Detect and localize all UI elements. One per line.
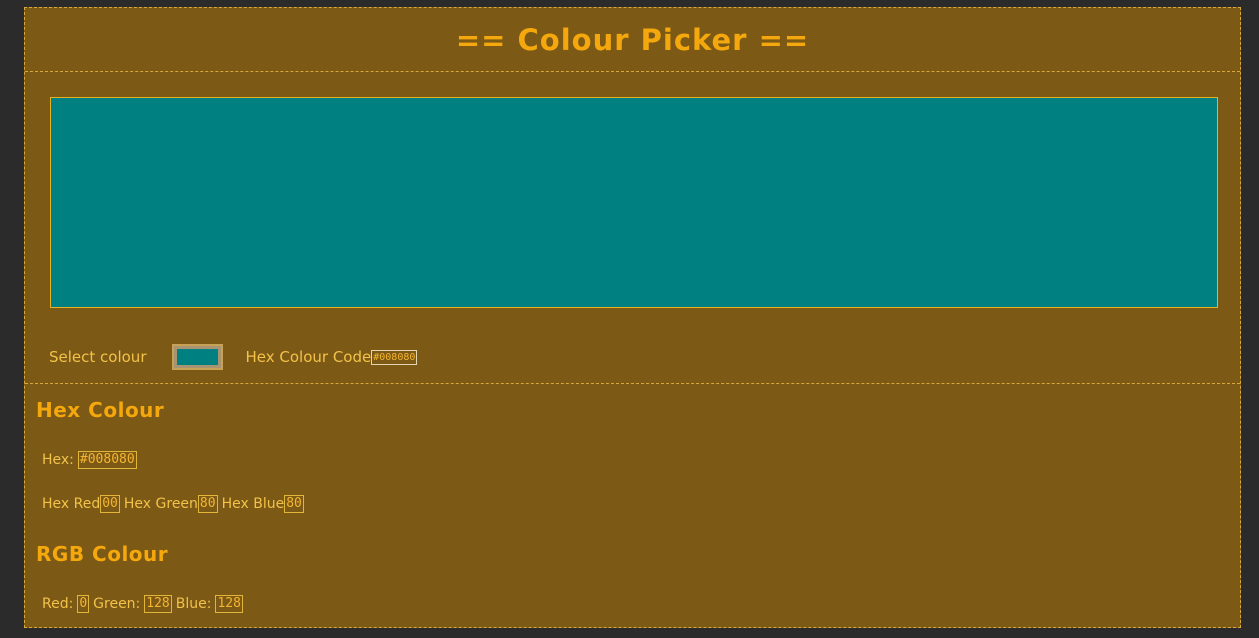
red-field[interactable]: 0 [77, 595, 90, 613]
blue-label: Blue: [175, 596, 212, 612]
rgb-colour-heading: RGB Colour [36, 542, 169, 566]
colour-picker-app: == Colour Picker == Select colour Hex Co… [24, 7, 1241, 628]
page-title: == Colour Picker == [455, 22, 810, 57]
rgb-row: Red: 0 Green: 128 Blue: 128 [42, 595, 243, 613]
green-label: Green: [93, 596, 141, 612]
picker-controls: Select colour Hex Colour Code #008080 [49, 342, 418, 372]
hex-blue-label: Hex Blue [221, 496, 285, 512]
blue-field[interactable]: 128 [215, 595, 243, 613]
hex-green-field[interactable]: 80 [197, 495, 218, 513]
hex-components-row: Hex Red 00 Hex Green 80 Hex Blue 80 [42, 495, 304, 513]
colour-input[interactable] [171, 344, 223, 370]
hex-colour-code-label: Hex Colour Code [245, 348, 372, 366]
hex-colour-code-field[interactable]: #008080 [371, 349, 418, 365]
header: == Colour Picker == [25, 8, 1240, 72]
hex-red-label: Hex Red [42, 496, 101, 512]
colour-preview [50, 97, 1218, 308]
red-label: Red: [42, 596, 74, 612]
green-field[interactable]: 128 [144, 595, 172, 613]
hex-red-field[interactable]: 00 [100, 495, 120, 513]
hex-green-label: Hex Green [123, 496, 198, 512]
hex-label: Hex: [42, 452, 74, 468]
hex-row: Hex: #008080 [42, 451, 137, 469]
hex-blue-field[interactable]: 80 [284, 495, 304, 513]
colour-input-swatch [176, 349, 218, 365]
hex-value-field[interactable]: #008080 [77, 451, 137, 469]
hex-colour-heading: Hex Colour [36, 398, 165, 422]
picker-section: Select colour Hex Colour Code #008080 [25, 72, 1240, 384]
select-colour-label: Select colour [49, 348, 147, 366]
